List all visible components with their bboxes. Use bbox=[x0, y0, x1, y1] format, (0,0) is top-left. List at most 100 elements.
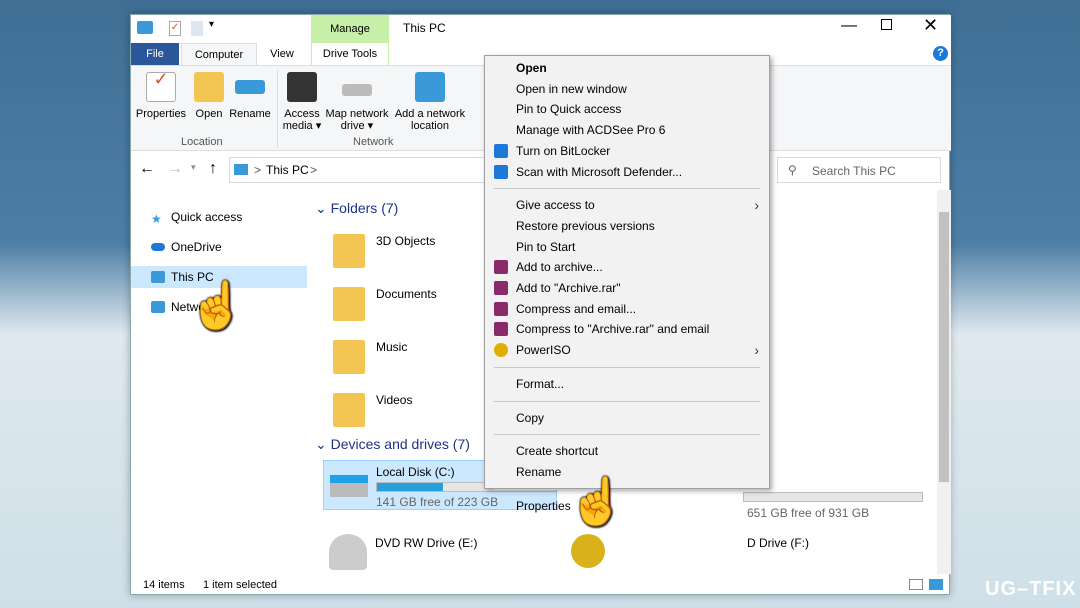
menu-item-poweriso[interactable]: PowerISO › bbox=[485, 340, 769, 360]
menu-item-pin-to-start[interactable]: Pin to Start bbox=[485, 237, 769, 257]
rename-button[interactable]: Rename bbox=[229, 72, 271, 120]
menu-item-label: Open bbox=[516, 61, 547, 75]
menu-item-label: Copy bbox=[516, 410, 545, 425]
menu-item-turn-on-bitlocker[interactable]: Turn on BitLocker bbox=[485, 141, 769, 161]
customize-toolbar-icon[interactable]: ▾ bbox=[209, 19, 214, 30]
forward-button[interactable]: → bbox=[167, 160, 183, 178]
menu-item-add-to-archive[interactable]: Add to archive... bbox=[485, 257, 769, 277]
menu-item-copy[interactable]: Copy bbox=[485, 408, 769, 428]
menu-item-label: Give access to bbox=[516, 198, 595, 213]
menu-item-label: PowerISO bbox=[516, 343, 571, 358]
menu-item-label: Rename bbox=[516, 464, 562, 479]
search-placeholder: Search This PC bbox=[812, 164, 896, 178]
menu-item-label: Compress to "Archive.rar" and email bbox=[516, 322, 710, 337]
menu-item-label: Format... bbox=[516, 376, 565, 391]
breadcrumb-this-pc[interactable]: This PC bbox=[266, 163, 309, 177]
section-devices-drives[interactable]: ⌄ Devices and drives (7) bbox=[315, 436, 470, 453]
title-bar: ✓ ▾ Manage This PC — ✕ bbox=[131, 15, 951, 43]
disc-drive-icon bbox=[571, 534, 605, 568]
tab-view[interactable]: View bbox=[259, 43, 305, 65]
menu-item-format[interactable]: Format... bbox=[485, 374, 769, 394]
menu-item-label: Open in new window bbox=[516, 81, 627, 96]
search-box[interactable]: ⚲ Search This PC bbox=[777, 157, 941, 183]
computer-icon bbox=[234, 164, 248, 175]
drive-name: Local Disk (C:) bbox=[376, 465, 455, 479]
chevron-right-icon: › bbox=[754, 342, 759, 359]
folder-music[interactable]: Music bbox=[333, 336, 473, 382]
group-label-location: Location bbox=[181, 136, 223, 148]
winrar-icon bbox=[494, 322, 508, 337]
menu-item-pin-to-quick-access[interactable]: Pin to Quick access bbox=[485, 99, 769, 119]
menu-item-rename[interactable]: Rename bbox=[485, 462, 769, 482]
star-icon: ★ bbox=[151, 212, 162, 226]
menu-item-compress-to-archive-rar-and-email[interactable]: Compress to "Archive.rar" and email bbox=[485, 319, 769, 339]
status-bar: 14 items 1 item selected bbox=[131, 574, 951, 596]
close-button[interactable]: ✕ bbox=[923, 15, 938, 36]
menu-item-open[interactable]: Open bbox=[485, 58, 769, 78]
properties-quick-icon[interactable]: ✓ bbox=[169, 21, 181, 36]
rename-icon bbox=[235, 80, 265, 94]
manage-tab-header: Manage bbox=[311, 15, 389, 43]
drive-dvd-rw-e[interactable]: DVD RW Drive (E:) bbox=[375, 536, 477, 550]
folder-documents[interactable]: Documents bbox=[333, 283, 473, 329]
pointer-hand-icon: ☝ bbox=[188, 279, 246, 331]
menu-item-manage-with-acdsee-pro-6[interactable]: Manage with ACDSee Pro 6 bbox=[485, 120, 769, 140]
menu-item-create-shortcut[interactable]: Create shortcut bbox=[485, 441, 769, 461]
new-folder-quick-icon[interactable] bbox=[191, 21, 203, 36]
up-button[interactable]: ↑ bbox=[209, 160, 217, 178]
open-button[interactable]: Open bbox=[191, 72, 227, 120]
menu-item-label: Add to "Archive.rar" bbox=[516, 281, 621, 295]
search-icon: ⚲ bbox=[788, 163, 797, 177]
menu-item-add-to-archive-rar[interactable]: Add to "Archive.rar" bbox=[485, 278, 769, 298]
menu-item-open-in-new-window[interactable]: Open in new window bbox=[485, 79, 769, 99]
folder-icon bbox=[333, 287, 365, 321]
shield-icon bbox=[494, 143, 508, 158]
menu-item-label: Restore previous versions bbox=[516, 218, 655, 233]
folder-videos[interactable]: Videos bbox=[333, 389, 473, 435]
help-icon[interactable]: ? bbox=[933, 46, 948, 61]
maximize-button[interactable] bbox=[881, 19, 892, 30]
computer-icon bbox=[151, 271, 165, 283]
menu-item-label: Properties bbox=[516, 498, 571, 513]
menu-separator bbox=[494, 434, 760, 436]
add-network-location-button[interactable]: Add a network location bbox=[393, 72, 467, 132]
drive-usage-bar bbox=[743, 492, 923, 502]
tab-file[interactable]: File bbox=[131, 43, 179, 65]
tab-drive-tools[interactable]: Drive Tools bbox=[311, 43, 389, 65]
computer-icon bbox=[137, 21, 153, 34]
menu-item-properties[interactable]: Properties bbox=[485, 496, 769, 516]
menu-item-compress-and-email[interactable]: Compress and email... bbox=[485, 299, 769, 319]
menu-item-label: Create shortcut bbox=[516, 444, 599, 459]
sidebar-item-quick-access[interactable]: ★ Quick access bbox=[131, 206, 307, 228]
recent-locations-button[interactable]: ▾ bbox=[191, 162, 196, 173]
menu-separator bbox=[494, 366, 760, 368]
map-network-drive-button[interactable]: Map network drive ▾ bbox=[323, 72, 391, 132]
back-button[interactable]: ← bbox=[139, 160, 155, 178]
properties-button[interactable]: ✓ Properties bbox=[135, 70, 187, 120]
vertical-scrollbar[interactable] bbox=[937, 190, 951, 574]
large-icons-view-icon[interactable] bbox=[929, 579, 943, 590]
folder-icon bbox=[333, 340, 365, 374]
navigation-pane: ★ Quick access OneDrive This PC Network bbox=[131, 190, 307, 570]
minimize-button[interactable]: — bbox=[841, 17, 857, 35]
network-icon bbox=[151, 301, 165, 313]
menu-item-scan-with-microsoft-defender[interactable]: Scan with Microsoft Defender... bbox=[485, 162, 769, 182]
winrar-icon bbox=[494, 260, 508, 275]
folder-icon bbox=[333, 234, 365, 268]
chevron-right-icon: › bbox=[754, 197, 759, 214]
menu-item-give-access-to[interactable]: Give access to › bbox=[485, 195, 769, 215]
menu-item-restore-previous-versions[interactable]: Restore previous versions bbox=[485, 216, 769, 236]
tab-computer[interactable]: Computer bbox=[181, 43, 257, 65]
item-count: 14 items bbox=[143, 579, 185, 591]
sidebar-item-onedrive[interactable]: OneDrive bbox=[131, 236, 307, 258]
drive-f[interactable]: D Drive (F:) bbox=[747, 536, 809, 550]
details-view-icon[interactable] bbox=[909, 579, 923, 590]
section-folders[interactable]: ⌄ Folders (7) bbox=[315, 200, 398, 217]
access-media-button[interactable]: Access media ▾ bbox=[281, 72, 323, 132]
winrar-icon bbox=[494, 281, 508, 295]
context-menu: Open Open in new window Pin to Quick acces… bbox=[484, 55, 770, 513]
network-location-icon bbox=[415, 72, 445, 102]
properties-icon: ✓ bbox=[146, 70, 176, 102]
dvd-drive-icon bbox=[329, 534, 367, 570]
folder-3d-objects[interactable]: 3D Objects bbox=[333, 230, 473, 276]
